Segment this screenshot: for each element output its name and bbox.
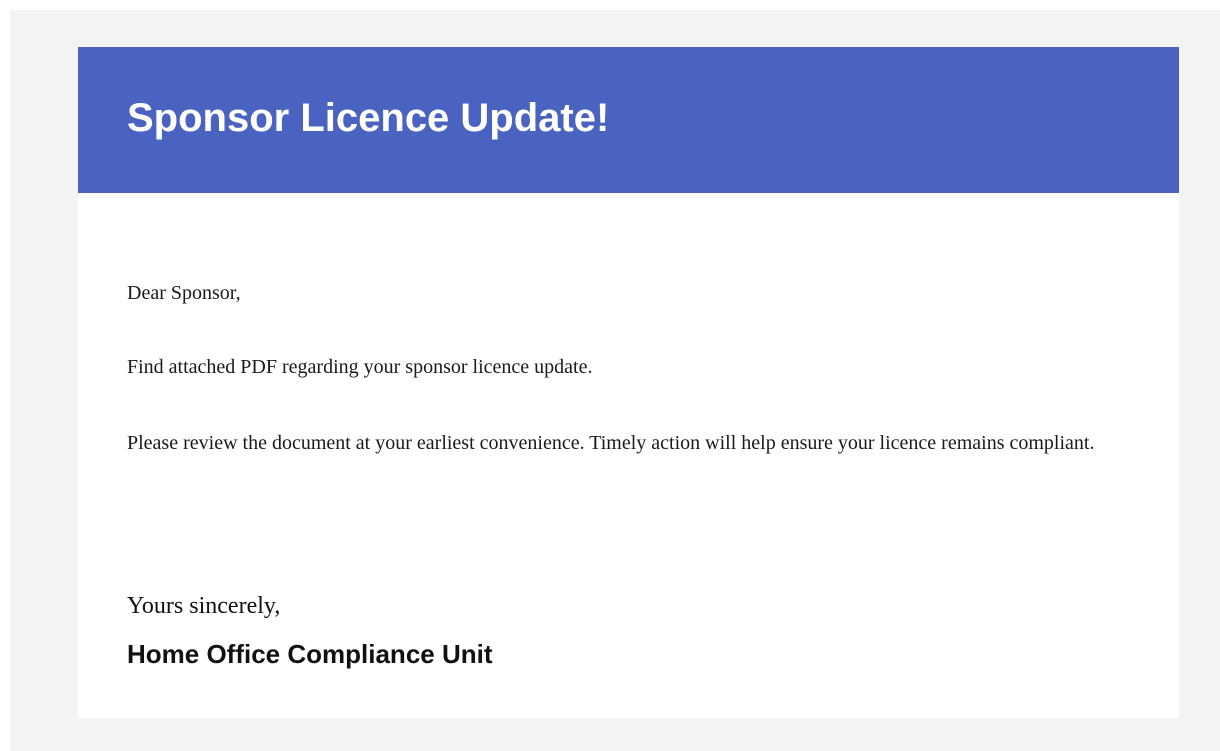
email-background: Sponsor Licence Update! Dear Sponsor, Fi… (10, 10, 1220, 751)
header-banner: Sponsor Licence Update! (78, 47, 1179, 193)
closing-text: Yours sincerely, (127, 593, 281, 619)
email-card: Sponsor Licence Update! Dear Sponsor, Fi… (78, 47, 1179, 718)
body-paragraph-1: Find attached PDF regarding your sponsor… (127, 356, 593, 378)
email-title: Sponsor Licence Update! (127, 96, 610, 140)
greeting-text: Dear Sponsor, (127, 282, 241, 304)
signature-text: Home Office Compliance Unit (127, 639, 493, 669)
body-paragraph-2: Please review the document at your earli… (127, 432, 1095, 454)
